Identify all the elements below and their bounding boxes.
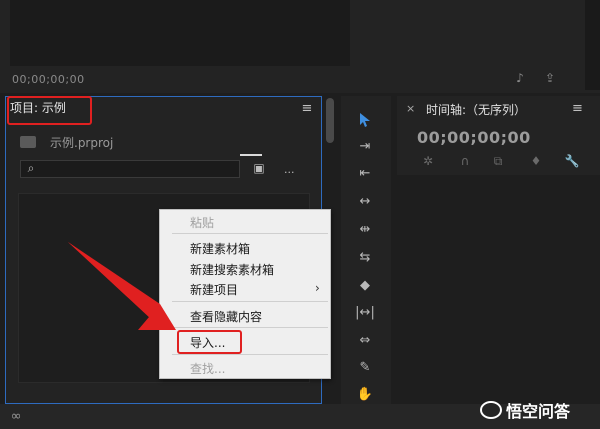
- project-tab-annotation: [7, 96, 92, 125]
- creative-cloud-icon[interactable]: ∞: [8, 408, 24, 424]
- slide-tool-icon[interactable]: |↔|: [352, 302, 378, 322]
- timeline-tab[interactable]: 时间轴:（无序列）: [426, 101, 526, 118]
- find-bin-icon[interactable]: ▣: [251, 161, 267, 175]
- source-monitor-viewer: [10, 0, 350, 66]
- watermark-text: 悟空问答: [506, 402, 571, 421]
- ripple-edit-icon[interactable]: ⇤: [352, 163, 378, 183]
- audio-mute-icon[interactable]: ♪: [512, 70, 528, 86]
- menu-item-view-hidden[interactable]: 查看隐藏内容: [190, 308, 262, 325]
- more-options-icon[interactable]: ...: [284, 163, 295, 176]
- menu-item-new-item[interactable]: 新建项目: [190, 281, 238, 298]
- project-panel-menu-icon[interactable]: ≡: [300, 101, 314, 116]
- menu-separator: [172, 301, 328, 302]
- submenu-arrow-icon: ›: [315, 281, 320, 295]
- import-annotation: [177, 330, 242, 354]
- export-frame-icon[interactable]: ⇪: [542, 70, 558, 86]
- source-timecode: 00;00;00;00: [12, 73, 85, 86]
- timeline-settings-icon[interactable]: 🔧: [563, 152, 581, 170]
- project-search-input[interactable]: [20, 160, 240, 178]
- menu-item-new-bin[interactable]: 新建素材箱: [190, 240, 250, 257]
- slip-tool-icon[interactable]: ⇆: [352, 247, 378, 267]
- menu-separator: [172, 354, 328, 355]
- nest-sequence-icon[interactable]: ✲: [419, 152, 437, 170]
- timeline-track-area[interactable]: [397, 175, 600, 404]
- project-folder-icon: [20, 136, 36, 148]
- menu-item-find[interactable]: 查找...: [190, 360, 225, 377]
- timeline-timecode[interactable]: 00;00;00;00: [417, 128, 531, 147]
- menu-item-paste[interactable]: 粘贴: [190, 214, 214, 231]
- rolling-edit-icon[interactable]: ↔: [352, 191, 378, 211]
- timeline-close-icon[interactable]: ×: [406, 102, 415, 115]
- razor-tool-icon[interactable]: ◆: [352, 275, 378, 295]
- menu-separator: [172, 327, 328, 328]
- source-monitor-edge: [585, 0, 600, 90]
- watermark: 悟空问答: [480, 398, 570, 422]
- hand-tool-icon[interactable]: ✋: [352, 384, 378, 404]
- timeline-menu-icon[interactable]: ≡: [572, 101, 583, 116]
- rate-stretch-icon[interactable]: ⇹: [352, 219, 378, 239]
- project-file-name: 示例.prproj: [50, 136, 114, 150]
- track-select-forward-icon[interactable]: ⇥: [352, 136, 378, 156]
- bin-indicator: [240, 154, 262, 156]
- search-icon: ⌕: [27, 160, 35, 175]
- linked-selection-icon[interactable]: ⧉: [489, 152, 507, 170]
- menu-separator: [172, 233, 328, 234]
- snap-icon[interactable]: ∩: [456, 152, 474, 170]
- add-marker-icon[interactable]: ♦: [527, 152, 545, 170]
- project-scroll-thumb[interactable]: [326, 98, 334, 143]
- pen-tool-icon[interactable]: ✎: [352, 357, 378, 377]
- menu-item-new-search-bin[interactable]: 新建搜索素材箱: [190, 261, 274, 278]
- brand-logo-icon: [480, 401, 502, 419]
- slip-move-icon[interactable]: ⇔: [352, 330, 378, 350]
- selection-tool-icon[interactable]: [352, 110, 378, 130]
